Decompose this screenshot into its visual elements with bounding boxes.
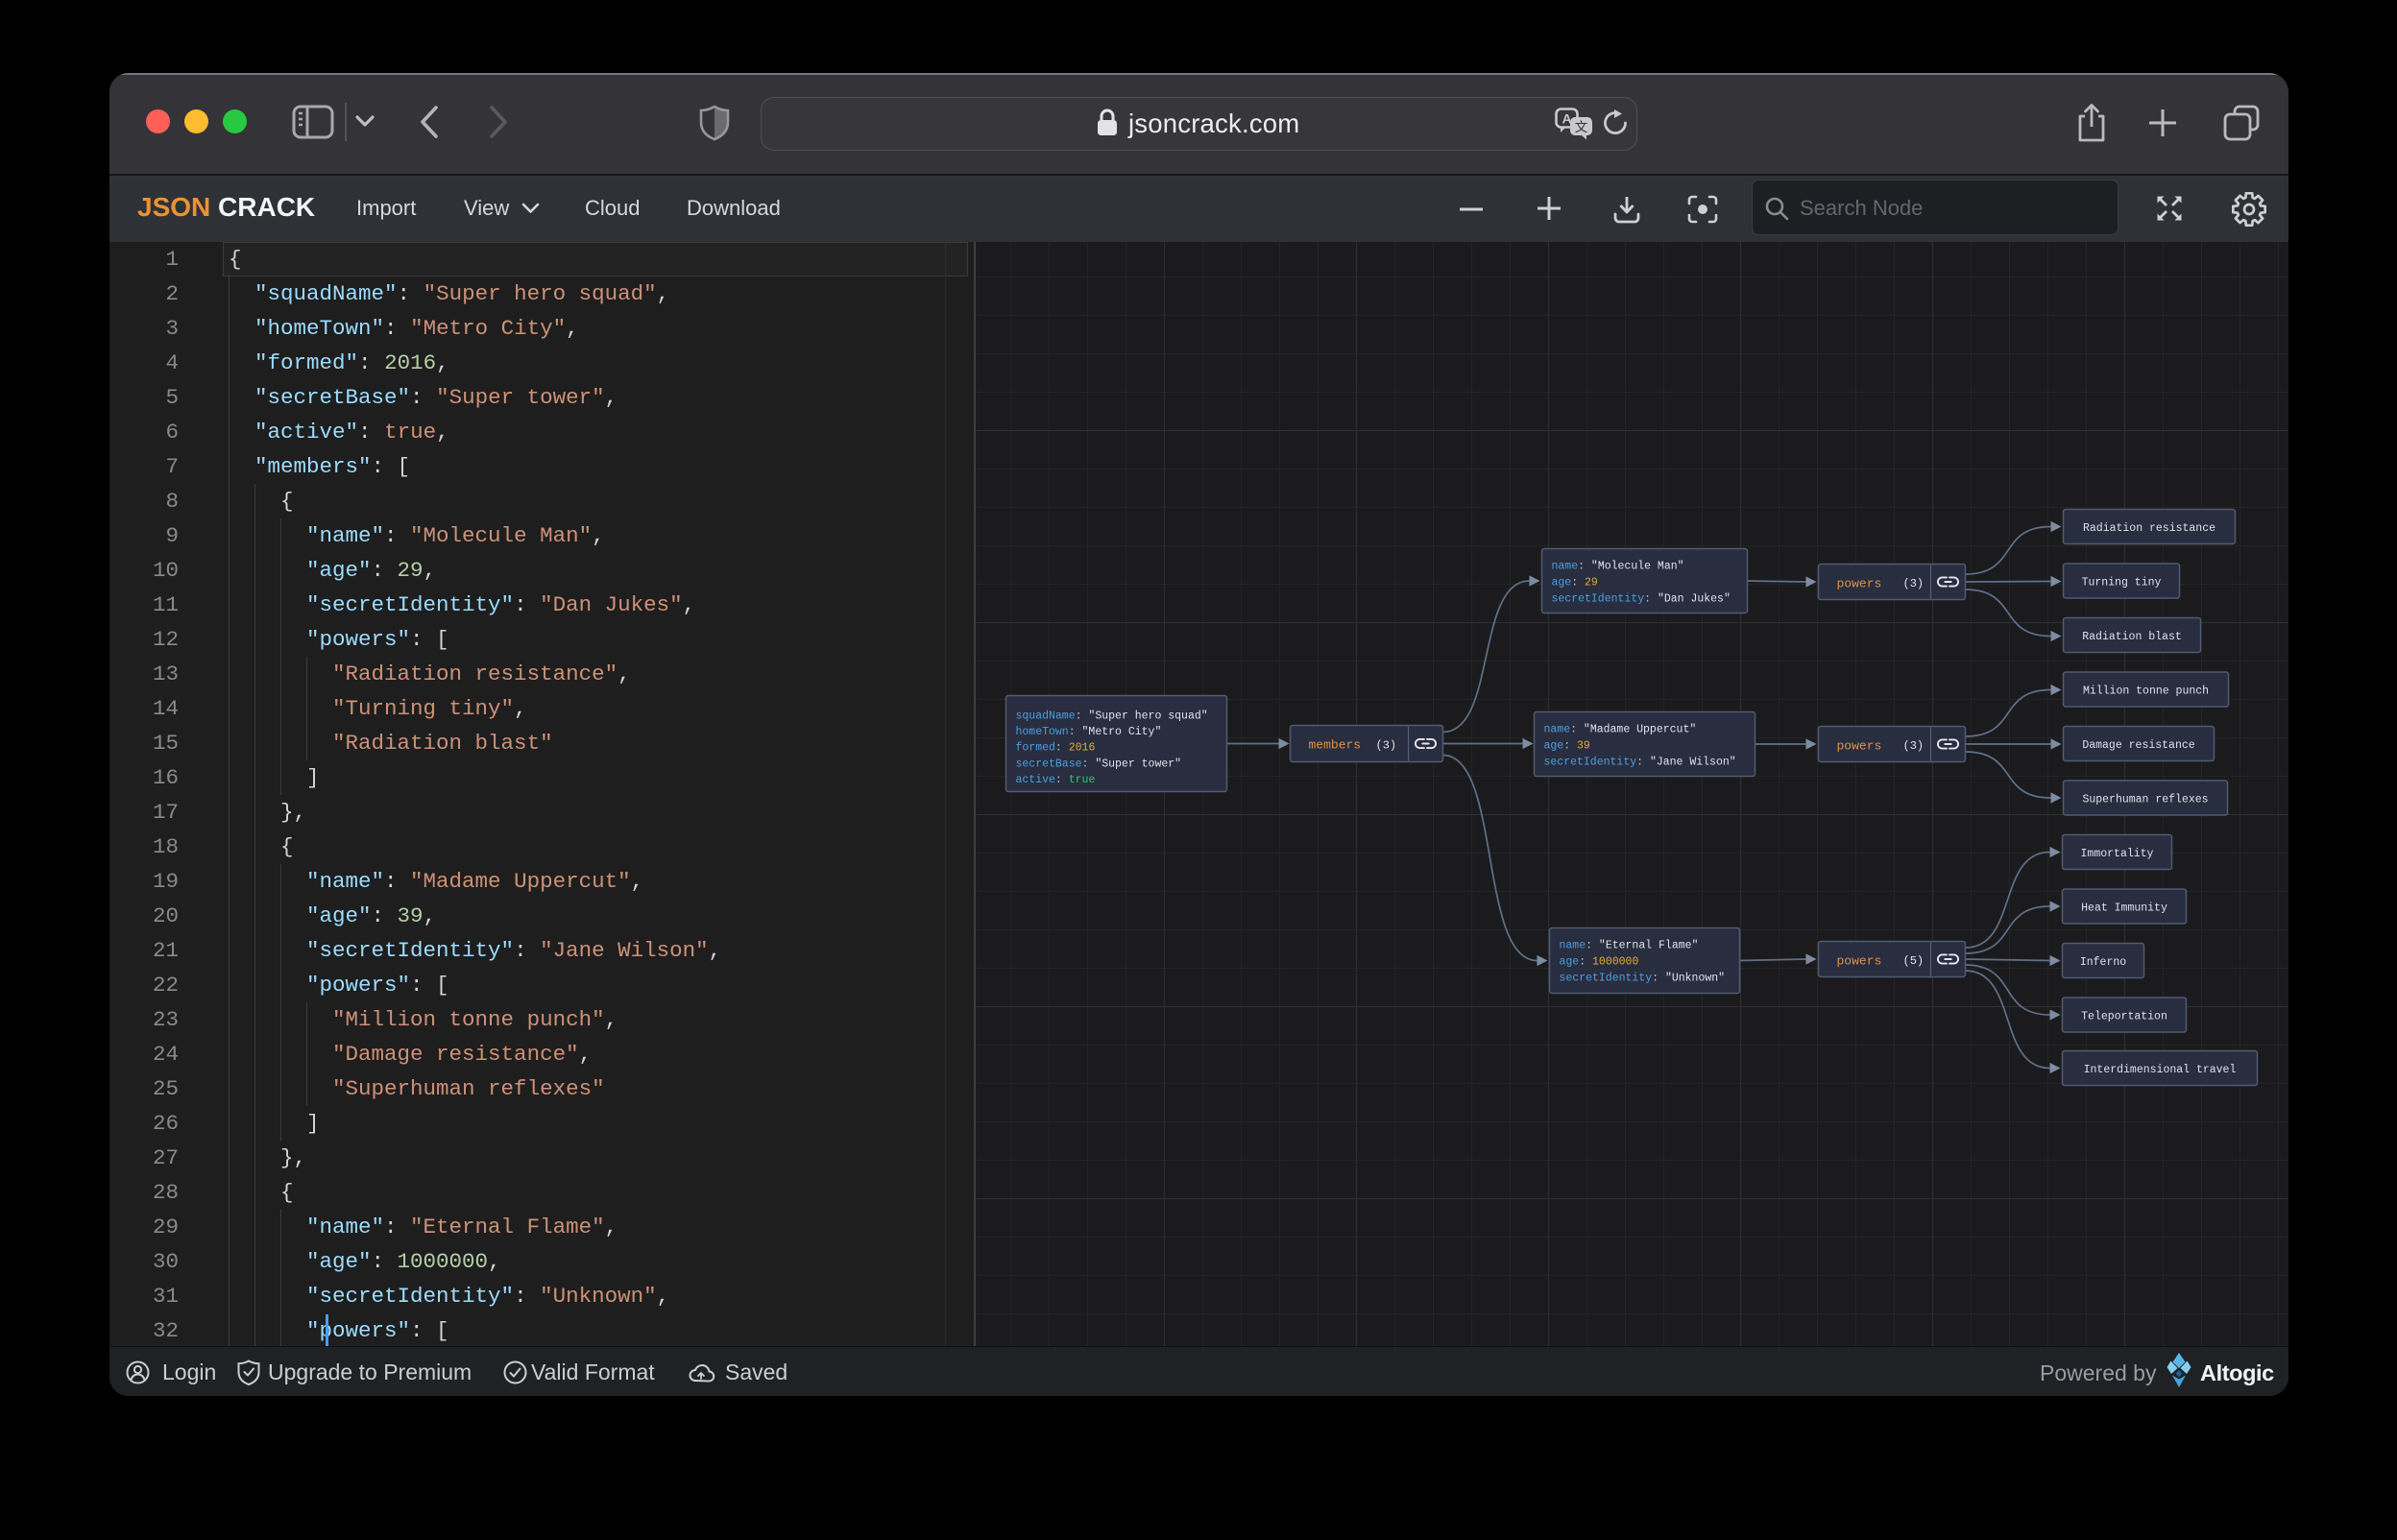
svg-text:Turning tiny: Turning tiny <box>2081 576 2161 589</box>
svg-text:members: members <box>1308 737 1361 752</box>
svg-text:name: "Madame Uppercut": name: "Madame Uppercut" <box>1543 723 1696 735</box>
svg-text:Heat Immunity: Heat Immunity <box>2081 902 2167 914</box>
svg-text:active: true: active: true <box>1015 773 1095 785</box>
svg-text:Radiation blast: Radiation blast <box>2082 631 2182 643</box>
svg-text:powers: powers <box>1836 953 1881 968</box>
svg-text:secretIdentity: "Dan Jukes": secretIdentity: "Dan Jukes" <box>1551 592 1730 605</box>
svg-text:name: "Molecule Man": name: "Molecule Man" <box>1551 560 1683 572</box>
svg-text:age: 39: age: 39 <box>1543 739 1589 752</box>
svg-text:age: 29: age: 29 <box>1551 576 1597 589</box>
svg-text:Radiation resistance: Radiation resistance <box>2082 522 2215 535</box>
svg-text:age: 1000000: age: 1000000 <box>1559 955 1638 968</box>
svg-text:Interdimensional travel: Interdimensional travel <box>2083 1064 2236 1076</box>
svg-text:formed: 2016: formed: 2016 <box>1015 741 1095 754</box>
svg-text:homeTown: "Metro City": homeTown: "Metro City" <box>1015 726 1161 738</box>
svg-text:powers: powers <box>1836 738 1881 753</box>
svg-text:secretIdentity: "Jane Wilson": secretIdentity: "Jane Wilson" <box>1543 756 1735 768</box>
svg-text:Immortality: Immortality <box>2080 848 2153 860</box>
svg-text:Million tonne punch: Million tonne punch <box>2082 685 2208 697</box>
svg-text:powers: powers <box>1836 576 1881 590</box>
svg-text:(5): (5) <box>1902 954 1924 968</box>
svg-text:文: 文 <box>1575 120 1588 136</box>
svg-text:secretIdentity: "Unknown": secretIdentity: "Unknown" <box>1559 972 1725 984</box>
svg-text:secretBase: "Super tower": secretBase: "Super tower" <box>1015 758 1181 770</box>
svg-text:Inferno: Inferno <box>2079 956 2125 969</box>
svg-text:name: "Eternal Flame": name: "Eternal Flame" <box>1559 939 1698 951</box>
svg-text:Superhuman reflexes: Superhuman reflexes <box>2082 793 2208 806</box>
svg-text:(3): (3) <box>1375 738 1396 752</box>
svg-text:Damage resistance: Damage resistance <box>2082 739 2194 752</box>
svg-text:Teleportation: Teleportation <box>2081 1010 2167 1023</box>
svg-text:(3): (3) <box>1902 739 1924 753</box>
svg-text:squadName: "Super hero squad": squadName: "Super hero squad" <box>1015 710 1207 722</box>
svg-text:(3): (3) <box>1902 577 1924 590</box>
